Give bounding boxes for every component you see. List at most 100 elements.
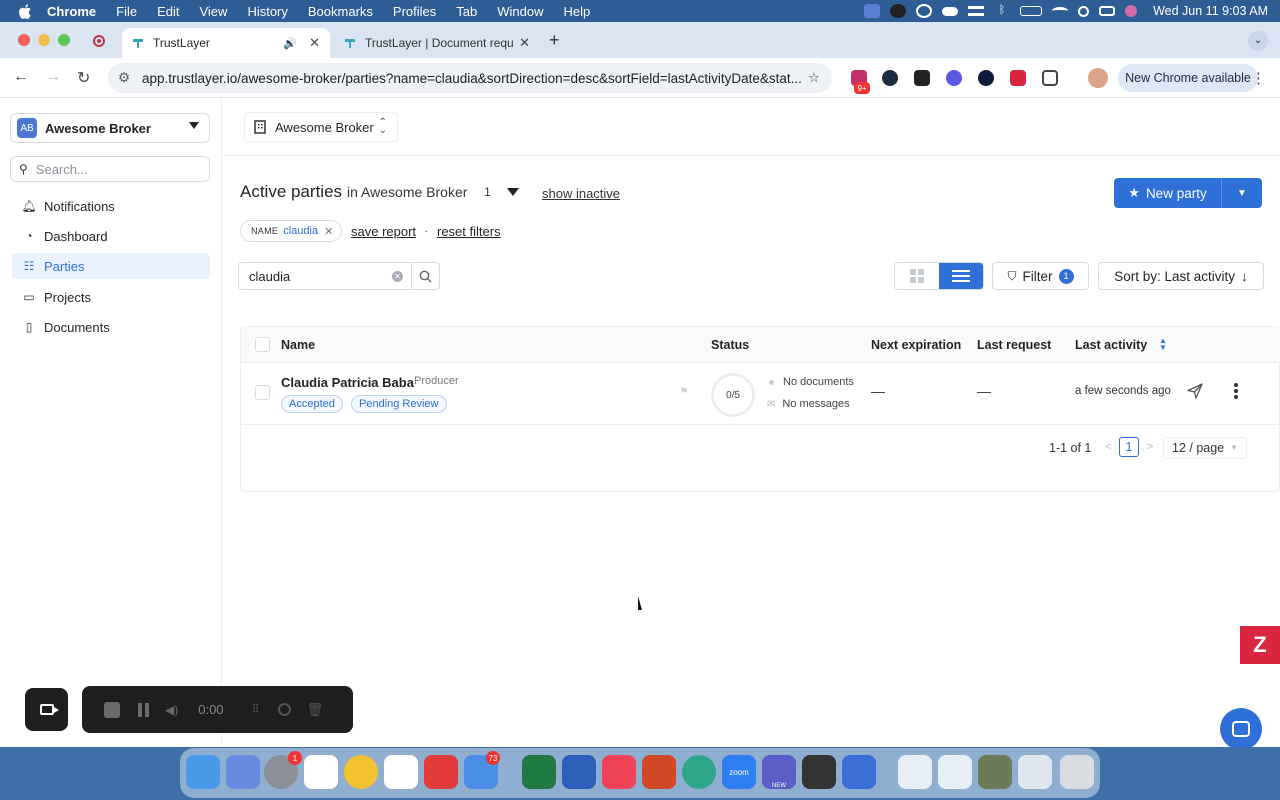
remove-filter-icon[interactable]: ✕: [324, 225, 333, 238]
launchpad-icon[interactable]: [226, 755, 260, 789]
grid-dots-icon[interactable]: ⠿: [252, 703, 260, 716]
extension-icon-2[interactable]: [882, 70, 898, 86]
finder-icon[interactable]: [186, 755, 220, 789]
excel-icon[interactable]: [522, 755, 556, 789]
new-party-button[interactable]: ★ New party ▼: [1114, 178, 1262, 208]
column-status[interactable]: Status: [711, 338, 749, 352]
trash-dock-icon[interactable]: [1060, 755, 1094, 789]
menu-chrome[interactable]: Chrome: [47, 4, 96, 19]
recent-window-1[interactable]: [898, 755, 932, 789]
app-tray-icon-2[interactable]: [916, 4, 933, 18]
trash-icon[interactable]: 🗑︎: [307, 702, 324, 718]
url-text[interactable]: app.trustlayer.io/awesome-broker/parties…: [142, 71, 808, 86]
stop-recording-icon[interactable]: [104, 701, 120, 718]
site-settings-icon[interactable]: ⚙: [118, 70, 132, 86]
show-inactive-link[interactable]: show inactive: [542, 186, 620, 201]
select-all-checkbox[interactable]: [255, 337, 270, 352]
extension-icon-3[interactable]: [914, 70, 930, 86]
page-size-select[interactable]: 12 / page ▼: [1163, 437, 1247, 459]
extension-icon-6[interactable]: [1010, 70, 1026, 86]
search-button[interactable]: [411, 263, 439, 289]
restart-icon[interactable]: [277, 703, 291, 716]
word-icon[interactable]: [562, 755, 596, 789]
sync-icon[interactable]: [968, 6, 985, 16]
zoom-dock-icon[interactable]: zoom: [722, 755, 756, 789]
battery-icon[interactable]: [1020, 6, 1043, 16]
cloud-icon[interactable]: [942, 6, 959, 16]
apple-icon[interactable]: [17, 3, 33, 19]
prev-page-icon[interactable]: <: [1105, 441, 1111, 453]
zoom-tray-icon[interactable]: [864, 4, 881, 18]
wifi-icon[interactable]: [1052, 7, 1069, 15]
tab-trustlayer[interactable]: TrustLayer 🔊 ✕: [122, 28, 330, 58]
menu-view[interactable]: View: [199, 4, 227, 19]
slack-icon[interactable]: [304, 755, 338, 789]
speaker-icon[interactable]: 🔊: [283, 37, 297, 50]
menu-profiles[interactable]: Profiles: [393, 4, 436, 19]
sidebar-item-documents[interactable]: ▯ Documents: [12, 314, 210, 340]
close-window-button[interactable]: [18, 34, 30, 46]
extension-icon-4[interactable]: [946, 70, 962, 86]
new-chrome-available-button[interactable]: New Chrome available: [1118, 64, 1258, 92]
teams-icon[interactable]: NEW: [762, 755, 796, 789]
pause-icon[interactable]: [138, 702, 149, 717]
search-tray-icon[interactable]: [1078, 5, 1090, 17]
recent-window-4[interactable]: [1018, 755, 1052, 789]
grid-view-button[interactable]: [895, 263, 939, 289]
clear-search-icon[interactable]: ✕: [392, 270, 403, 282]
menubar-clock[interactable]: Wed Jun 11 9:03 AM: [1153, 4, 1268, 18]
control-center-icon[interactable]: [1099, 6, 1116, 16]
bluetooth-icon[interactable]: ᛒ: [994, 4, 1010, 18]
profile-avatar[interactable]: [1088, 68, 1108, 88]
powerpoint-icon[interactable]: [642, 755, 676, 789]
menu-help[interactable]: Help: [564, 4, 591, 19]
parties-search-input[interactable]: claudia ✕: [238, 262, 440, 290]
menu-edit[interactable]: Edit: [157, 4, 179, 19]
recorder-camera-button[interactable]: [25, 688, 68, 731]
mute-icon[interactable]: ◀): [165, 703, 178, 717]
sidebar-item-dashboard[interactable]: ◔ Dashboard: [12, 223, 210, 249]
next-page-icon[interactable]: >: [1147, 441, 1153, 453]
column-last-request[interactable]: Last request: [977, 338, 1051, 352]
zoom-window-button[interactable]: [58, 34, 70, 46]
menu-file[interactable]: File: [116, 4, 137, 19]
menu-tab[interactable]: Tab: [456, 4, 477, 19]
organization-switcher[interactable]: AB Awesome Broker: [10, 113, 210, 143]
save-report-link[interactable]: save report: [351, 224, 416, 239]
recent-window-2[interactable]: [938, 755, 972, 789]
siri-icon[interactable]: [1125, 5, 1138, 17]
tab-search-chevron-icon[interactable]: ⌄: [1248, 31, 1268, 51]
table-row[interactable]: Claudia Patricia Baba Producer Accepted …: [241, 363, 1280, 425]
menu-window[interactable]: Window: [497, 4, 543, 19]
row-more-icon[interactable]: [1233, 381, 1239, 401]
sidebar-item-parties[interactable]: ☷ Parties: [12, 253, 210, 279]
page-button-1[interactable]: 1: [1119, 437, 1139, 457]
app-icon-blue[interactable]: [842, 755, 876, 789]
app-tray-icon[interactable]: [890, 4, 907, 18]
close-tab-icon[interactable]: ✕: [309, 35, 320, 51]
active-filter-tag[interactable]: NAME claudia ✕: [240, 220, 343, 242]
menu-bookmarks[interactable]: Bookmarks: [308, 4, 373, 19]
address-bar[interactable]: ⚙ app.trustlayer.io/awesome-broker/parti…: [108, 63, 832, 93]
extension-icon-5[interactable]: [978, 70, 994, 86]
column-last-activity[interactable]: Last activity: [1075, 338, 1147, 352]
sort-button[interactable]: Sort by: Last activity ↓: [1098, 262, 1264, 290]
search-value[interactable]: claudia: [239, 269, 392, 284]
minimize-window-button[interactable]: [38, 34, 50, 46]
app-icon-green[interactable]: [682, 755, 716, 789]
party-name-link[interactable]: Claudia Patricia Baba: [281, 375, 414, 390]
close-tab-icon[interactable]: ✕: [519, 35, 530, 51]
column-name[interactable]: Name: [281, 338, 315, 352]
sidebar-item-projects[interactable]: ▭ Projects: [12, 284, 210, 310]
new-tab-icon[interactable]: +: [549, 30, 560, 51]
reload-icon[interactable]: ↻: [77, 68, 90, 88]
flag-icon[interactable]: ⚑: [679, 385, 689, 398]
chat-launcher-button[interactable]: [1220, 708, 1262, 747]
chrome-menu-icon[interactable]: ⋮: [1251, 69, 1266, 87]
caret-down-icon[interactable]: [507, 188, 520, 196]
music-icon[interactable]: [602, 755, 636, 789]
column-next-expiration[interactable]: Next expiration: [871, 338, 961, 352]
zendesk-widget-icon[interactable]: Z: [1240, 626, 1280, 664]
recent-window-3[interactable]: [978, 755, 1012, 789]
forward-arrow-icon[interactable]: →: [45, 68, 61, 86]
